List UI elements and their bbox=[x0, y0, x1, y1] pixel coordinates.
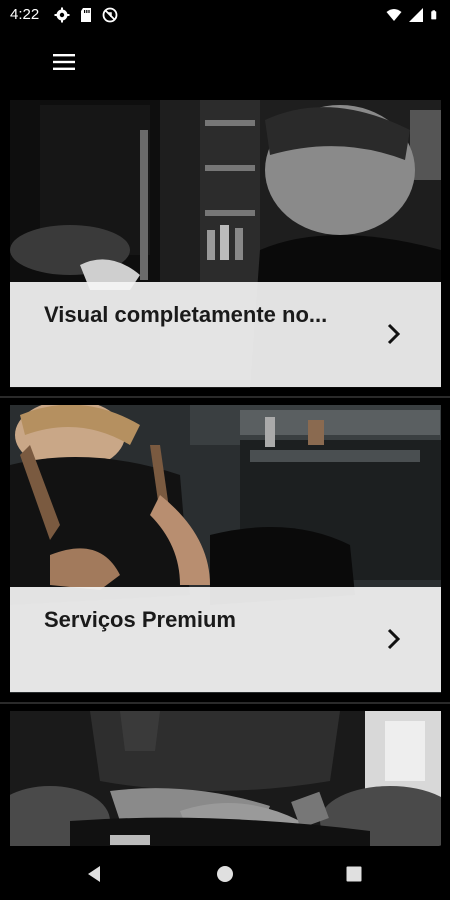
chevron-right-icon[interactable] bbox=[384, 627, 404, 651]
card-title: Serviços Premium bbox=[44, 607, 236, 632]
gear-icon bbox=[54, 7, 70, 23]
home-button[interactable] bbox=[211, 860, 239, 888]
card-caption: Visual completamente no... bbox=[10, 282, 441, 387]
recents-icon bbox=[346, 866, 362, 882]
status-icons-left bbox=[54, 7, 118, 23]
card-image bbox=[10, 711, 441, 849]
signal-icon bbox=[409, 8, 423, 22]
home-icon bbox=[217, 866, 233, 882]
navigation-bar bbox=[0, 846, 450, 900]
menu-button[interactable] bbox=[44, 42, 84, 82]
sd-card-icon bbox=[81, 8, 91, 22]
card-caption: Serviços Premium bbox=[10, 587, 441, 692]
content-card[interactable]: Visual completamente no... bbox=[10, 100, 441, 388]
divider bbox=[0, 702, 450, 704]
status-icons-right bbox=[386, 7, 440, 23]
no-sync-icon bbox=[102, 7, 118, 23]
content-card[interactable]: Serviços Premium bbox=[10, 405, 441, 693]
wifi-icon bbox=[386, 9, 402, 21]
hamburger-menu-icon bbox=[53, 54, 75, 70]
status-time: 4:22 bbox=[10, 6, 40, 23]
back-button[interactable] bbox=[80, 860, 108, 888]
divider bbox=[0, 396, 450, 398]
app-bar bbox=[0, 30, 450, 92]
card-title: Visual completamente no... bbox=[44, 302, 328, 327]
status-bar: 4:22 bbox=[0, 0, 450, 30]
recents-button[interactable] bbox=[340, 860, 368, 888]
back-icon bbox=[88, 866, 100, 882]
battery-icon bbox=[431, 10, 437, 20]
content-card[interactable] bbox=[10, 711, 441, 849]
chevron-right-icon[interactable] bbox=[384, 322, 404, 346]
